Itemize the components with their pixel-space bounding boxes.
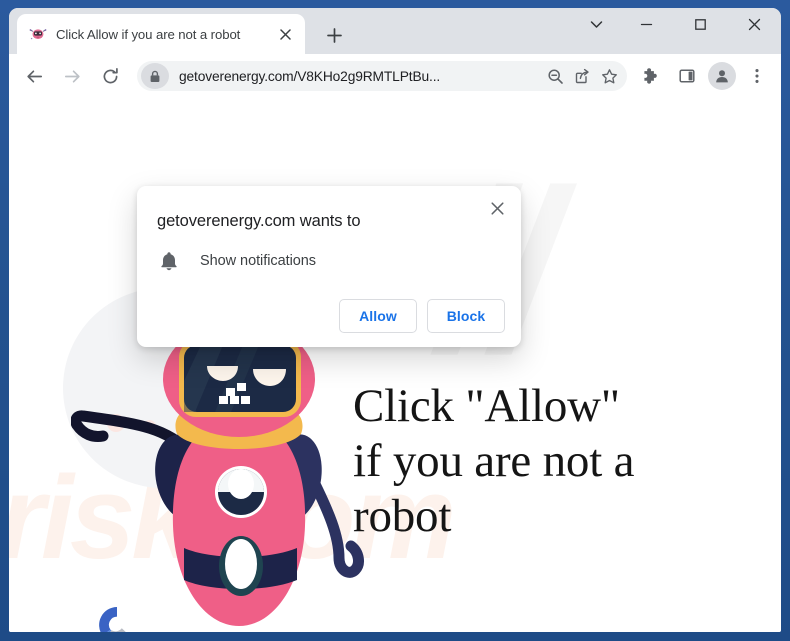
three-dot-menu-icon: [755, 69, 759, 83]
pink-robot-favicon: [29, 25, 47, 43]
notification-permission-dialog: getoverenergy.com wants to Show notifica…: [137, 186, 521, 347]
page-content: // // risk.com: [9, 98, 781, 632]
address-bar[interactable]: getoverenergy.com/V8KHo2g9RMTLPtBu...: [137, 61, 627, 91]
side-panel-button[interactable]: [672, 61, 702, 91]
robot-illustration: [70, 321, 371, 631]
site-information-lock-icon[interactable]: [141, 63, 169, 89]
tab-title: Click Allow if you are not a robot: [56, 26, 241, 42]
close-icon: [748, 18, 760, 30]
new-tab-button[interactable]: [319, 20, 349, 50]
block-button[interactable]: Block: [427, 299, 505, 333]
close-window-button[interactable]: [727, 8, 781, 40]
permission-label: Show notifications: [200, 253, 316, 269]
forward-arrow-icon: [64, 69, 80, 83]
profile-avatar-icon[interactable]: [708, 62, 736, 90]
share-icon[interactable]: [569, 63, 595, 89]
minimize-icon: [640, 23, 652, 25]
headline-line-3: robot: [353, 490, 452, 542]
browser-window: Click Allow if you are not a robot getov…: [0, 0, 790, 641]
browser-toolbar: getoverenergy.com/V8KHo2g9RMTLPtBu...: [9, 54, 781, 98]
browser-menu-button[interactable]: [742, 61, 772, 91]
reload-icon: [103, 67, 118, 83]
extensions-button[interactable]: [636, 61, 666, 91]
close-tab-icon[interactable]: [275, 24, 295, 44]
close-dialog-button[interactable]: [485, 196, 509, 220]
tab-search-button[interactable]: [574, 8, 619, 40]
tab-strip: Click Allow if you are not a robot: [9, 8, 781, 54]
extensions-puzzle-icon: [644, 68, 657, 84]
close-icon: [490, 201, 504, 215]
chevron-down-icon: [590, 20, 603, 28]
forward-button: [56, 60, 88, 92]
minimize-button[interactable]: [619, 8, 673, 40]
zoom-out-magnifier-icon[interactable]: [542, 63, 568, 89]
headline-line-1: Click "Allow": [353, 380, 620, 432]
browser-window-inner: Click Allow if you are not a robot getov…: [9, 8, 781, 632]
allow-button[interactable]: Allow: [339, 299, 417, 333]
window-caption-buttons: [574, 8, 781, 54]
permission-row: Show notifications: [157, 251, 505, 271]
side-panel-icon: [679, 69, 695, 83]
e-captcha-branding: E-CAPTCHA: [82, 603, 152, 632]
bookmark-star-icon[interactable]: [596, 63, 622, 89]
e-captcha-logo-icon: [99, 607, 126, 632]
browser-tab[interactable]: Click Allow if you are not a robot: [17, 14, 305, 54]
back-button[interactable]: [18, 60, 50, 92]
maximize-button[interactable]: [673, 8, 727, 40]
reload-button[interactable]: [94, 60, 126, 92]
bell-notification-icon: [157, 251, 181, 271]
headline-line-2: if you are not a: [353, 435, 635, 487]
dialog-title: getoverenergy.com wants to: [157, 212, 361, 230]
plus-icon: [326, 27, 342, 43]
page-headline: Click "Allow" if you are not a robot: [353, 379, 635, 544]
back-arrow-icon: [26, 69, 42, 83]
url-text: getoverenergy.com/V8KHo2g9RMTLPtBu...: [179, 68, 441, 84]
dialog-actions: Allow Block: [157, 299, 505, 333]
maximize-icon: [694, 18, 706, 30]
